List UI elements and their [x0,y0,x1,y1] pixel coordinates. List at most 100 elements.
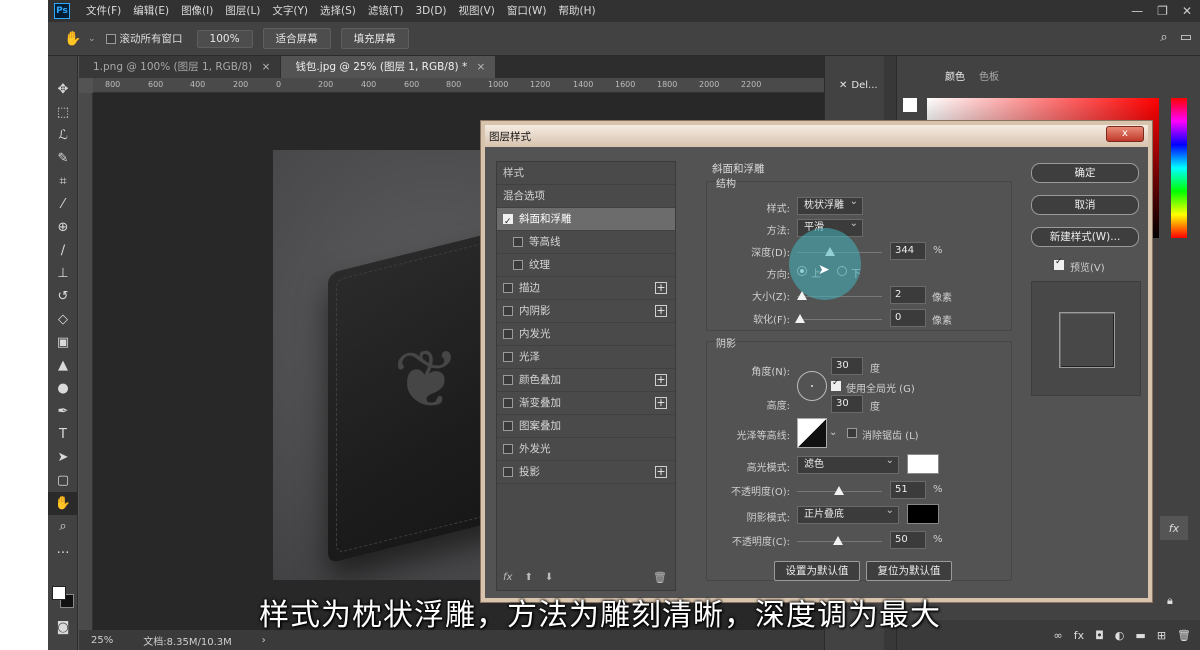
menu-file[interactable]: 文件(F) [80,0,127,22]
highlight-color-swatch[interactable] [907,454,939,474]
style-outer-glow[interactable]: 外发光 [497,438,675,461]
style-pattern-overlay[interactable]: 图案叠加 [497,415,675,438]
shape-tool-icon[interactable]: ▢ [48,469,78,492]
add-icon[interactable]: + [655,374,667,386]
cancel-button[interactable]: 取消 [1031,195,1139,215]
gradient-tool-icon[interactable]: ▣ [48,331,78,354]
checkbox-icon[interactable] [503,467,513,477]
style-satin[interactable]: 光泽 [497,346,675,369]
shadow-opacity-input[interactable]: 50 [890,531,926,549]
size-input[interactable]: 2 [890,286,926,304]
close-icon[interactable]: × [477,61,486,73]
workspace-icon[interactable]: ▭ [1180,30,1192,45]
soften-input[interactable]: 0 [890,309,926,327]
dialog-close-button[interactable]: x [1106,126,1144,142]
fx-icon[interactable]: fx [503,572,512,583]
tab-document-1[interactable]: 1.png @ 100% (图层 1, RGB/8) × [79,56,281,78]
pen-tool-icon[interactable]: ✒ [48,400,78,423]
healing-tool-icon[interactable]: ⊕ [48,216,78,239]
add-icon[interactable]: + [655,305,667,317]
add-icon[interactable]: + [655,397,667,409]
highlight-opacity-slider[interactable] [797,486,882,495]
checkbox-checked-icon[interactable] [503,211,513,234]
preview-checkbox[interactable] [1054,257,1064,270]
add-icon[interactable]: + [655,466,667,478]
style-bevel-emboss[interactable]: 斜面和浮雕 [497,208,675,234]
gloss-contour-picker[interactable] [797,418,827,448]
tab-color[interactable]: 颜色 [945,68,965,83]
checkbox-icon[interactable] [503,329,513,339]
checkbox-icon[interactable] [503,283,513,293]
checkbox-icon[interactable] [513,260,523,270]
blur-tool-icon[interactable]: ▲ [48,354,78,377]
styles-header[interactable]: 样式 [497,162,675,185]
checkbox-icon[interactable] [513,237,523,247]
fill-screen-button[interactable]: 填充屏幕 [340,28,409,49]
style-inner-shadow[interactable]: 内阴影 + [497,300,675,323]
style-contour[interactable]: 等高线 [497,231,675,254]
angle-input[interactable]: 30 [831,357,863,375]
menu-3d[interactable]: 3D(D) [409,0,452,22]
shadow-opacity-slider[interactable] [797,536,882,545]
slider-knob[interactable] [833,536,843,545]
stamp-tool-icon[interactable]: ⊥ [48,262,78,285]
anti-alias-checkbox[interactable] [847,428,857,438]
add-icon[interactable]: + [655,282,667,294]
hue-slider[interactable] [1171,98,1187,238]
checkbox-icon[interactable] [503,375,513,385]
depth-input[interactable]: 344 [890,242,926,260]
fx-icon[interactable]: fx [1160,516,1188,540]
dialog-titlebar[interactable]: 图层样式 x [485,125,1148,147]
hand-tool-icon[interactable]: ✋ [64,31,84,47]
shadow-mode-dropdown[interactable]: 正片叠底 [797,503,899,524]
menu-layer[interactable]: 图层(L) [219,0,266,22]
quick-select-tool-icon[interactable]: ✎ [48,147,78,170]
menu-window[interactable]: 窗口(W) [501,0,553,22]
scroll-all-windows-checkbox[interactable]: 滚动所有窗口 [105,31,183,46]
restore-icon[interactable]: ❐ [1157,4,1168,18]
fit-screen-button[interactable]: 适合屏幕 [262,28,331,49]
menu-view[interactable]: 视图(V) [453,0,501,22]
brush-tool-icon[interactable]: ∕ [48,239,78,262]
new-style-button[interactable]: 新建样式(W)... [1031,227,1139,247]
arrow-up-icon[interactable]: ⬆ [524,572,532,583]
tab-document-2[interactable]: 钱包.jpg @ 25% (图层 1, RGB/8) * × [281,56,496,78]
style-dropdown[interactable]: 枕状浮雕 [797,194,863,215]
history-brush-tool-icon[interactable]: ↺ [48,285,78,308]
chevron-down-icon[interactable]: ⌄ [829,427,837,438]
set-default-button[interactable]: 设置为默认值 [774,561,860,581]
menu-help[interactable]: 帮助(H) [553,0,602,22]
style-drop-shadow[interactable]: 投影 + [497,461,675,484]
menu-filter[interactable]: 滤镜(T) [362,0,410,22]
altitude-input[interactable]: 30 [831,395,863,413]
style-texture[interactable]: 纹理 [497,254,675,277]
reset-default-button[interactable]: 复位为默认值 [866,561,952,581]
panel-foreground-color[interactable] [903,98,917,112]
dodge-tool-icon[interactable]: ● [48,377,78,400]
hand-tool-icon[interactable]: ✋ [48,492,78,515]
eyedropper-tool-icon[interactable]: ⁄ [48,193,78,216]
chevron-right-icon[interactable]: › [262,635,266,646]
type-tool-icon[interactable]: T [48,423,78,446]
search-icon[interactable]: ⌕ [1160,30,1167,45]
menu-edit[interactable]: 编辑(E) [127,0,175,22]
trash-icon[interactable]: 🗑︎ [653,571,667,584]
slider-knob[interactable] [834,486,844,495]
soften-slider[interactable] [795,314,882,323]
checkbox-icon[interactable] [503,306,513,316]
marquee-tool-icon[interactable]: ⬚ [48,101,78,124]
zoom-tool-icon[interactable]: ⌕ [48,515,78,538]
checkbox-icon[interactable] [503,352,513,362]
close-icon[interactable]: × [262,61,271,73]
menu-image[interactable]: 图像(I) [175,0,219,22]
more-tools-icon[interactable]: … [48,538,78,561]
crop-tool-icon[interactable]: ⌗ [48,170,78,193]
style-color-overlay[interactable]: 颜色叠加 + [497,369,675,392]
checkbox-icon[interactable] [503,421,513,431]
foreground-color[interactable] [52,586,66,600]
minimize-icon[interactable]: — [1131,4,1143,18]
shadow-color-swatch[interactable] [907,504,939,524]
highlight-opacity-input[interactable]: 51 [890,481,926,499]
angle-dial[interactable] [797,371,827,401]
eraser-tool-icon[interactable]: ◇ [48,308,78,331]
